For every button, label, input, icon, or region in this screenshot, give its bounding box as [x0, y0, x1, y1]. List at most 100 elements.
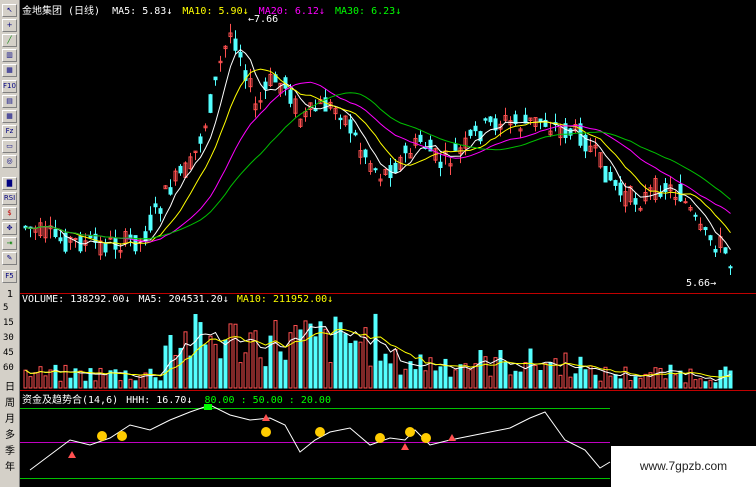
volume-bar: [478, 350, 483, 389]
volume-bar: [593, 374, 598, 389]
volume-bar: [498, 350, 503, 389]
indicator-line: [29, 404, 611, 471]
volume-bar: [218, 358, 223, 389]
volume-bar: [128, 378, 133, 389]
volume-bar: [153, 377, 158, 389]
volume-axis-60: 60: [3, 363, 14, 373]
pencil-icon[interactable]: ✎: [2, 252, 17, 265]
chart-view-icon[interactable]: ╱: [2, 34, 17, 47]
candle-body: [148, 214, 153, 231]
volume-bar: [543, 363, 548, 389]
volume-bar: [708, 379, 713, 389]
f10-button[interactable]: F10: [2, 80, 17, 93]
period-day[interactable]: 日: [0, 378, 20, 393]
volume-bar: [248, 332, 253, 389]
volume-bar: [203, 344, 208, 389]
volume-bar: [328, 362, 333, 389]
grid-view-icon[interactable]: ▦: [2, 64, 17, 77]
page-icon[interactable]: ▭: [2, 140, 17, 153]
candle-body: [353, 132, 358, 136]
watermark: www.7gpzb.com: [611, 446, 756, 487]
volume-bar: [243, 352, 248, 389]
buy-signal-marker: [315, 427, 325, 437]
ma10-line: [25, 68, 731, 245]
volume-bar: [338, 322, 343, 389]
volume-bar: [133, 380, 138, 389]
high-price-label: ←7.66: [248, 14, 279, 25]
volume-bar: [698, 378, 703, 389]
up-arrow-marker: [448, 434, 456, 441]
volume-bar: [103, 374, 108, 389]
volume-bar: [398, 374, 403, 389]
period-year[interactable]: 年: [0, 458, 20, 473]
volume-ma-lines: [25, 326, 731, 382]
candle-body: [728, 266, 733, 269]
indicator-panel: [20, 404, 611, 471]
kline-view-icon[interactable]: ▥: [2, 49, 17, 62]
candle-body: [208, 94, 213, 113]
candle-body: [238, 51, 243, 58]
volume-bar: [538, 370, 543, 389]
volume-bar: [558, 374, 563, 389]
candle-body: [53, 228, 58, 238]
export-icon[interactable]: ⇥: [2, 237, 17, 250]
buy-signal-marker: [421, 433, 431, 443]
volume-bar: [263, 366, 268, 389]
ma10-value: 5.90: [218, 6, 243, 17]
volume-bar: [703, 381, 708, 389]
volume-bar: [93, 380, 98, 389]
ma30-value: 6.23: [371, 6, 396, 17]
volume-bar: [223, 339, 228, 389]
volume-bar: [728, 370, 733, 389]
candle-body: [103, 242, 108, 253]
volume-bar: [383, 353, 388, 389]
period-multi[interactable]: 多: [0, 426, 20, 441]
volume-bar: [358, 341, 363, 389]
bar-chart-icon[interactable]: ▇: [2, 177, 17, 190]
candle-body: [613, 180, 618, 186]
period-week[interactable]: 周: [0, 394, 20, 409]
f5-button[interactable]: F5: [2, 270, 17, 283]
dollar-icon[interactable]: $: [2, 207, 17, 220]
volume-ma10-label: MA10:: [236, 294, 267, 305]
volume-bar: [408, 361, 413, 389]
move-icon[interactable]: ✥: [2, 222, 17, 235]
indicator-title: 资金及趋势合(14,6): [22, 395, 119, 406]
rsi-button[interactable]: RSI: [2, 192, 17, 205]
candle-body: [483, 118, 488, 121]
candle-body: [468, 129, 473, 136]
toolbar-row-label: 1: [6, 289, 14, 300]
volume-bar: [363, 327, 368, 389]
stock-chart[interactable]: [20, 0, 756, 487]
candle-body: [633, 198, 638, 205]
period-season[interactable]: 季: [0, 442, 20, 457]
candle-body: [513, 114, 518, 124]
hhh-value: 16.70: [156, 395, 187, 406]
period-month[interactable]: 月: [0, 410, 20, 425]
candle-body: [693, 214, 698, 217]
fz-button[interactable]: Fz: [2, 125, 17, 138]
layout-icon[interactable]: ▤: [2, 95, 17, 108]
volume-bar: [453, 369, 458, 389]
candle-body: [363, 149, 368, 158]
ma10-label: MA10:: [182, 6, 213, 17]
crosshair-tool-icon[interactable]: +: [2, 19, 17, 32]
zoom-icon[interactable]: ◎: [2, 155, 17, 168]
volume-axis-30: 30: [3, 333, 14, 343]
table-icon[interactable]: ▦: [2, 110, 17, 123]
volume-ma10-value: 211952.00: [272, 294, 328, 305]
volume-bar: [568, 376, 573, 389]
volume-bar: [633, 376, 638, 389]
volume-bar: [258, 357, 263, 389]
hhh-label: HHH:: [126, 395, 151, 406]
volume-bar: [598, 380, 603, 389]
volume-bar: [403, 368, 408, 389]
volume-bar: [583, 369, 588, 389]
volume-ma5-line: [25, 326, 731, 382]
candle-body: [603, 165, 608, 183]
volume-bar: [603, 366, 608, 389]
volume-bar: [713, 382, 718, 389]
candle-body: [348, 119, 353, 134]
cursor-tool-icon[interactable]: ↖: [2, 4, 17, 17]
candle-body: [178, 165, 183, 174]
